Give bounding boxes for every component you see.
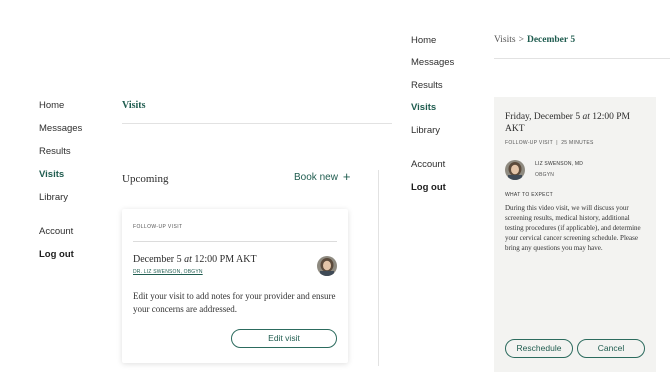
card-divider (133, 241, 337, 242)
nav-item-visits[interactable]: Visits (411, 102, 436, 113)
avatar (317, 256, 337, 281)
nav-item-library[interactable]: Library (411, 125, 440, 136)
breadcrumb-visits[interactable]: Visits (494, 35, 516, 45)
nav-item-library[interactable]: Library (39, 192, 68, 203)
nav-item-messages[interactable]: Messages (39, 123, 82, 134)
visit-note: Edit your visit to add notes for your pr… (133, 291, 336, 314)
book-new-label: Book new (294, 172, 338, 183)
visit-at: at (184, 254, 192, 265)
plus-icon: + (342, 169, 351, 184)
nav-item-messages[interactable]: Messages (411, 57, 454, 68)
nav-item-home[interactable]: Home (39, 100, 64, 111)
visit-date: December 5 (133, 254, 182, 265)
column-divider (378, 170, 379, 366)
doctor-link[interactable]: DR. LIZ SWENSON, OBGYN (133, 269, 203, 275)
visit-meta: FOLLOW-UP VISIT | 25 MINUTES (505, 140, 594, 146)
detail-header-divider (494, 58, 670, 59)
visit-type: FOLLOW-UP VISIT (133, 224, 183, 230)
cancel-button[interactable]: Cancel (577, 339, 645, 358)
breadcrumb: Visits > December 5 (494, 35, 575, 45)
nav-item-results[interactable]: Results (411, 80, 443, 91)
detail-datetime: Friday, December 5 at 12:00 PM AKT (505, 111, 650, 135)
nav-item-visits[interactable]: Visits (39, 169, 64, 180)
reschedule-button[interactable]: Reschedule (505, 339, 573, 358)
header-divider (122, 123, 392, 124)
visit-datetime: December 5 at 12:00 PM AKT (133, 254, 257, 265)
detail-date: Friday, December 5 (505, 112, 581, 122)
visit-detail-panel: Friday, December 5 at 12:00 PM AKT FOLLO… (494, 97, 656, 372)
what-to-expect-heading: WHAT TO EXPECT (505, 192, 554, 198)
nav-item-account[interactable]: Account (39, 226, 73, 237)
edit-visit-button[interactable]: Edit visit (231, 329, 337, 348)
breadcrumb-separator: > (518, 35, 524, 45)
visit-card[interactable]: FOLLOW-UP VISIT December 5 at 12:00 PM A… (122, 209, 348, 363)
breadcrumb-current: December 5 (526, 35, 576, 45)
visit-time: 12:00 PM AKT (194, 254, 257, 265)
nav-item-results[interactable]: Results (39, 146, 71, 157)
detail-at: at (582, 112, 590, 122)
nav-item-account[interactable]: Account (411, 159, 445, 170)
what-to-expect-text: During this video visit, we will discuss… (505, 204, 641, 252)
avatar (505, 160, 525, 185)
section-title-upcoming: Upcoming (122, 173, 169, 185)
nav-item-logout[interactable]: Log out (411, 182, 446, 193)
book-new-button[interactable]: Book new + (294, 169, 351, 184)
nav-item-logout[interactable]: Log out (39, 249, 74, 260)
doctor-specialty: OBGYN (535, 172, 555, 178)
page-title: Visits (122, 100, 146, 111)
doctor-name: LIZ SWENSON, MD (535, 161, 584, 167)
nav-item-home[interactable]: Home (411, 35, 436, 46)
